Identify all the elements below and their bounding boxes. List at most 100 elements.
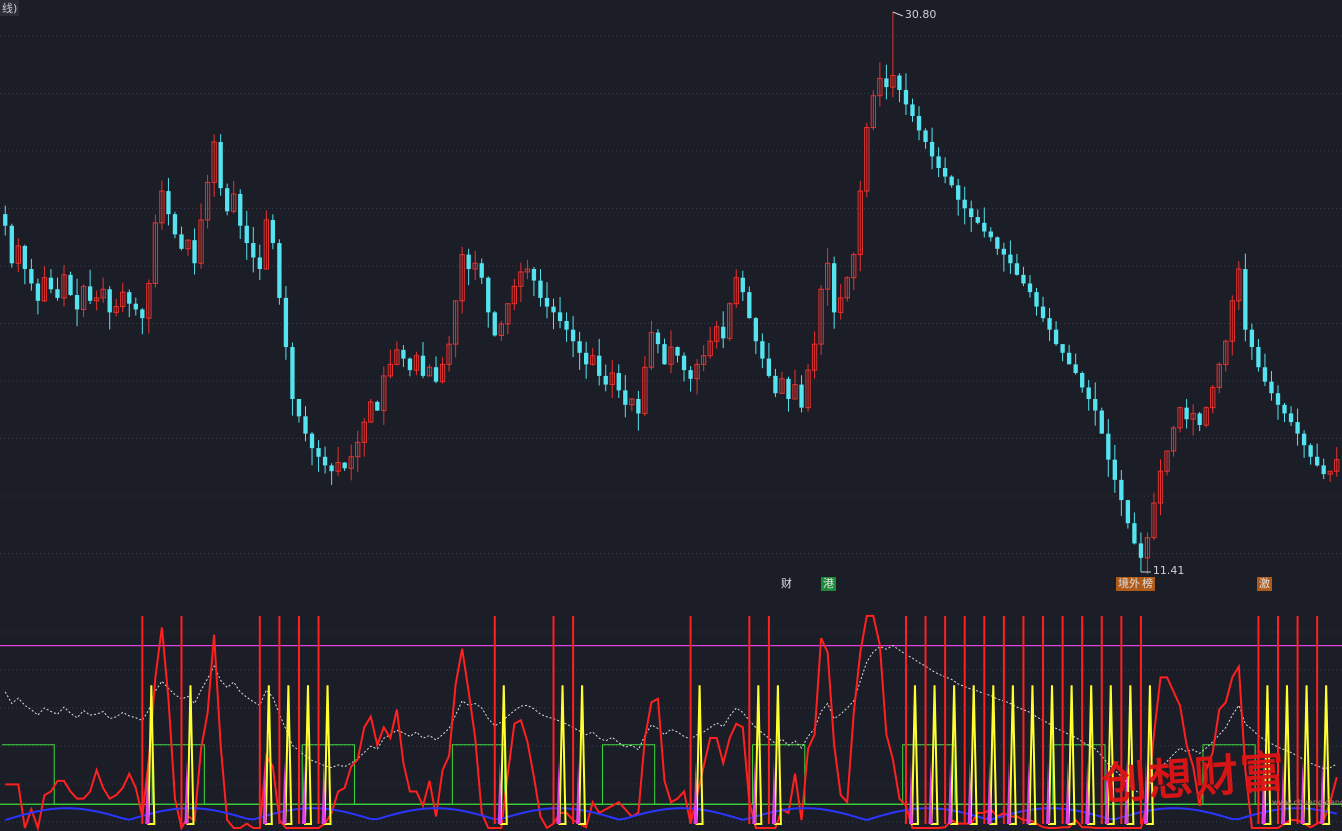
candle-body [577,341,582,353]
event-tag-list[interactable]: 榜 [1140,577,1155,591]
candle-body [570,329,576,342]
event-tag-hk[interactable]: 港 [821,577,836,591]
candle-body [1093,399,1098,411]
candle-body [166,191,171,215]
candle-body [303,416,308,434]
candle-body [486,277,491,313]
candle-body [133,303,138,310]
candle-body [218,141,223,189]
candle-body [329,465,334,472]
candle-body [401,349,406,359]
candle-body [753,318,759,342]
candle-body [936,156,941,168]
candle-body [1243,269,1248,330]
candle-body [799,384,804,408]
candle-body [9,225,14,264]
candle-body [342,462,347,469]
event-tag-overseas[interactable]: 境外 [1116,577,1142,591]
candle-body [322,456,328,466]
candle-body [1119,479,1124,501]
candle-body [1073,364,1078,374]
candle-body [760,341,765,359]
candle-body [832,263,837,313]
candle-body [1282,404,1287,414]
candle-body [1132,523,1137,544]
candle-body [949,176,954,186]
candle-body [192,240,197,264]
candle-body [29,269,34,284]
candle-body [3,214,8,226]
candle-body [1034,292,1039,307]
candle-body [740,277,745,293]
candle-body [492,312,497,336]
candle-body [1197,413,1202,425]
candle-body [962,199,967,209]
candle-body [942,167,948,177]
candle-body [910,104,915,116]
candle-body [309,433,315,449]
candle-body [1001,248,1007,255]
event-tag-finance[interactable]: 财 [779,577,794,591]
candle-body [721,326,726,339]
candle-body [975,217,980,223]
high-price-label: 30.80 [904,8,937,21]
candle-body [1184,407,1189,420]
candle-body [466,254,471,270]
candle-body [1321,465,1326,475]
watermark-logo: 创想财富 [1100,746,1288,811]
candle-body [140,309,145,319]
candle-body [1138,543,1144,558]
candle-body [773,375,778,394]
candle-body [995,237,1000,249]
candlestick-chart[interactable] [0,0,1342,592]
candle-body [564,321,569,330]
candle-body [623,390,628,405]
candle-body [603,375,608,385]
candle-body [538,280,543,298]
candle-body [1008,254,1013,264]
candle-body [923,130,928,142]
candle-body [107,289,112,313]
event-tag-surge[interactable]: 激 [1257,577,1272,591]
event-tag-list-text: 榜 [1142,577,1153,590]
candle-body [1014,263,1020,275]
candle-body [1125,500,1131,524]
candle-body [407,358,413,371]
candle-body [1256,347,1261,368]
candle-body [22,245,28,270]
candle-body [636,399,641,414]
candle-body [316,448,321,457]
watermark-url: www.chuangxiangcaifu.com [1272,798,1342,807]
event-tag-hk-text: 港 [823,577,834,590]
candle-body [1040,306,1046,319]
candle-body [1080,373,1085,388]
candle-body [1295,422,1300,434]
candle-body [251,243,256,258]
candle-body [929,141,935,157]
candle-body [531,269,537,281]
candle-body [1112,459,1117,480]
candle-body [1275,393,1281,405]
candle-body [1066,352,1072,365]
candle-body [270,219,276,244]
candle-body [675,347,680,356]
stock-chart-window: 线) 30.80 11.41 财 港 境外 榜 激 趋势线: 6.40底部区域:… [0,0,1342,831]
candle-body [35,283,41,301]
candle-body [988,231,993,238]
candle-body [688,370,693,379]
candle-body [982,222,987,232]
candle-body [1249,329,1255,348]
candle-body [283,297,289,348]
candle-body [87,286,93,301]
candle-body [1027,283,1033,293]
candle-body [897,75,902,90]
candle-body [1099,410,1104,434]
candle-body [55,289,60,298]
candle-body [747,292,752,319]
candle-body [1047,318,1052,330]
candle-body [74,295,80,310]
candle-body [277,243,282,298]
event-tag-finance-text: 财 [781,577,792,590]
candle-body [1269,381,1274,394]
candle-body [616,373,621,391]
